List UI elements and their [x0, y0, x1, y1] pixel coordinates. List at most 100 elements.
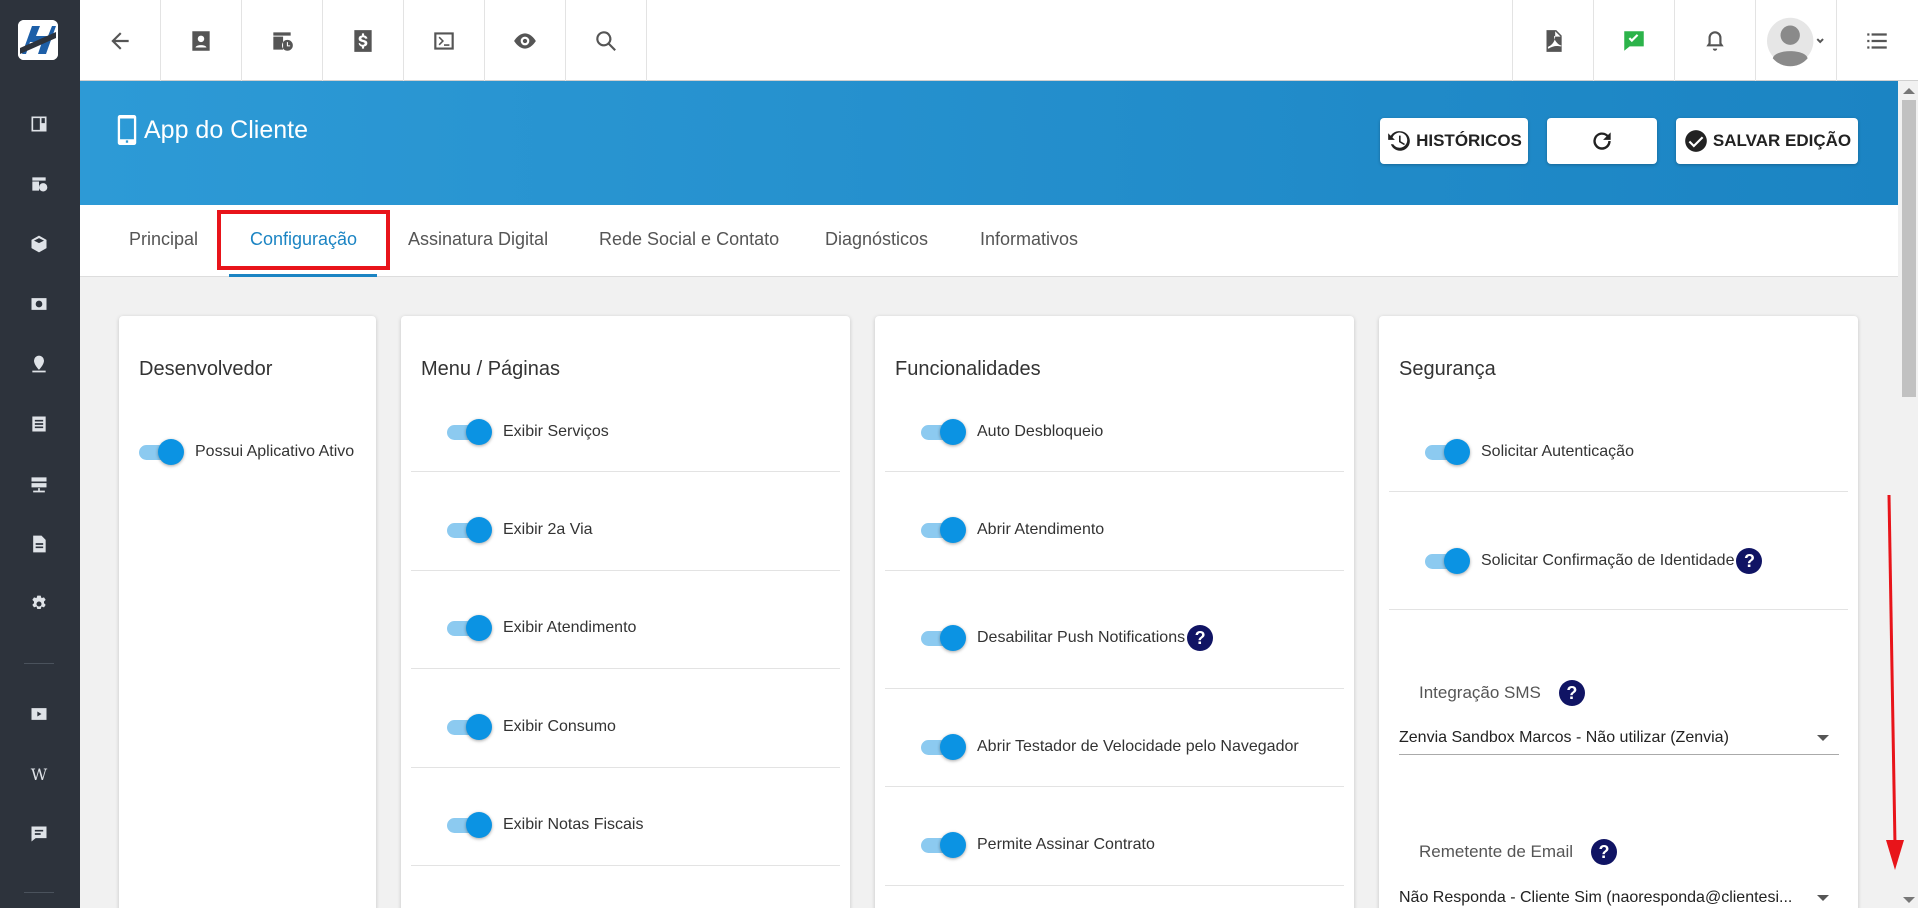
row-divider — [885, 786, 1344, 787]
toggle-label: Abrir Atendimento — [977, 521, 1105, 538]
toggle-switch[interactable] — [447, 517, 492, 543]
sms-integration-select[interactable]: Zenvia Sandbox Marcos - Não utilizar (Ze… — [1399, 721, 1839, 755]
toggle-label: Possui Aplicativo Ativo — [195, 443, 355, 460]
finance-button[interactable] — [323, 0, 404, 81]
user-menu-button[interactable] — [1755, 0, 1836, 81]
refresh-icon — [1593, 132, 1611, 150]
save-edit-button[interactable]: SALVAR EDIÇÃO — [1676, 118, 1858, 164]
wiki-glyph: W — [30, 764, 48, 784]
terminal-icon — [434, 31, 454, 50]
annotation-arrow-icon — [1886, 495, 1904, 870]
toggle-label: Auto Desbloqueio — [977, 423, 1104, 440]
row-divider — [1389, 491, 1848, 492]
tab-rede-social-contato[interactable]: Rede Social e Contato — [599, 229, 779, 250]
list-icon[interactable] — [26, 411, 52, 437]
toggle-switch[interactable] — [447, 419, 492, 445]
help-icon[interactable]: ? — [1558, 680, 1585, 706]
toggle-label: Solicitar Autenticação — [1481, 443, 1634, 460]
main-menu-button[interactable] — [1836, 0, 1917, 81]
toggle-switch[interactable] — [447, 615, 492, 641]
wiki-icon[interactable]: W — [26, 761, 52, 787]
logo[interactable] — [18, 20, 58, 60]
history-button-label: HISTÓRICOS — [1416, 131, 1522, 150]
row-divider — [411, 668, 840, 669]
gear-icon[interactable] — [26, 591, 52, 617]
toggle-switch[interactable] — [921, 517, 966, 543]
back-button[interactable] — [80, 0, 161, 81]
bell-icon — [1706, 30, 1724, 51]
toggle-label: Permite Assinar Contrato — [977, 836, 1155, 853]
row-divider — [885, 688, 1344, 689]
sidebar-divider — [24, 663, 54, 664]
contacts-button[interactable] — [161, 0, 242, 81]
toggle-label: Exibir Atendimento — [503, 619, 637, 636]
toggle-switch[interactable] — [447, 812, 492, 838]
features-row: Abrir Atendimento — [921, 517, 1104, 543]
toggle-switch[interactable] — [447, 714, 492, 740]
menu-row: Exibir 2a Via — [447, 517, 593, 543]
tab-assinatura-digital[interactable]: Assinatura Digital — [408, 229, 548, 250]
help-icon[interactable]: ? — [1591, 839, 1618, 865]
video-icon[interactable] — [26, 701, 52, 727]
row-divider — [411, 865, 840, 866]
top-toolbar — [80, 0, 1918, 81]
dashboard-icon[interactable] — [26, 111, 52, 137]
view-button[interactable] — [485, 0, 566, 81]
history-icon — [1388, 131, 1410, 151]
location-icon[interactable] — [26, 351, 52, 377]
messages-button[interactable] — [1593, 0, 1674, 81]
search-button[interactable] — [566, 0, 647, 81]
document-icon[interactable] — [26, 531, 52, 557]
server-icon[interactable] — [26, 471, 52, 497]
smartphone-icon — [117, 115, 137, 145]
terminal-button[interactable] — [404, 0, 485, 81]
email-sender-select[interactable]: Não Responda - Cliente Sim (naoresponda@… — [1399, 881, 1839, 908]
tab-informativos[interactable]: Informativos — [980, 229, 1078, 250]
notifications-button[interactable] — [1674, 0, 1755, 81]
toggle-switch[interactable] — [921, 832, 966, 858]
toggle-label: Exibir Notas Fiscais — [503, 816, 644, 833]
help-icon[interactable]: ? — [1187, 625, 1214, 651]
toggle-switch[interactable] — [921, 734, 966, 760]
check-circle-icon — [1685, 130, 1707, 152]
security-row: Solicitar Confirmação de Identidade ? — [1425, 548, 1763, 574]
toggle-switch[interactable] — [921, 625, 966, 651]
money-icon[interactable] — [26, 291, 52, 317]
calendar-clock-icon[interactable] — [26, 171, 52, 197]
toggle-switch[interactable] — [1425, 548, 1470, 574]
box-icon[interactable] — [26, 231, 52, 257]
toggle-label: Exibir 2a Via — [503, 521, 593, 538]
email-sender-label-text: Remetente de Email — [1419, 842, 1574, 861]
scrollbar-thumb[interactable] — [1902, 100, 1916, 397]
pdf-button[interactable] — [1512, 0, 1593, 81]
refresh-button[interactable] — [1547, 118, 1657, 164]
features-card-title: Funcionalidades — [895, 358, 1041, 380]
scroll-up-arrow-icon[interactable] — [1903, 88, 1915, 94]
toggle-switch[interactable] — [139, 439, 184, 465]
security-card-title: Segurança — [1399, 358, 1496, 380]
tab-diagnosticos[interactable]: Diagnósticos — [825, 229, 928, 250]
chat-icon[interactable] — [26, 821, 52, 847]
menu-pages-card-title: Menu / Páginas — [421, 358, 560, 380]
security-row: Solicitar Autenticação — [1425, 439, 1634, 465]
sidebar-divider — [24, 892, 54, 893]
toggle-switch[interactable] — [1425, 439, 1470, 465]
tab-principal[interactable]: Principal — [129, 229, 198, 250]
eye-icon — [514, 32, 536, 49]
chevron-down-icon — [1817, 734, 1829, 741]
help-icon[interactable]: ? — [1736, 548, 1763, 574]
page-title-text: App do Cliente — [144, 115, 309, 144]
page-title: App do Cliente — [116, 115, 308, 145]
row-divider — [411, 570, 840, 571]
developer-card: Desenvolvedor Possui Aplicativo Ativo — [119, 316, 376, 908]
developer-card-title: Desenvolvedor — [139, 358, 273, 380]
features-row: Abrir Testador de Velocidade pelo Navega… — [921, 734, 1299, 760]
schedule-button[interactable] — [242, 0, 323, 81]
row-divider — [411, 471, 840, 472]
toggle-label: Abrir Testador de Velocidade pelo Navega… — [977, 738, 1299, 755]
scroll-down-arrow-icon[interactable] — [1903, 897, 1915, 903]
history-button[interactable]: HISTÓRICOS — [1380, 118, 1528, 164]
save-edit-button-label: SALVAR EDIÇÃO — [1712, 131, 1852, 150]
toggle-switch[interactable] — [921, 419, 966, 445]
pdf-icon — [1546, 29, 1562, 52]
